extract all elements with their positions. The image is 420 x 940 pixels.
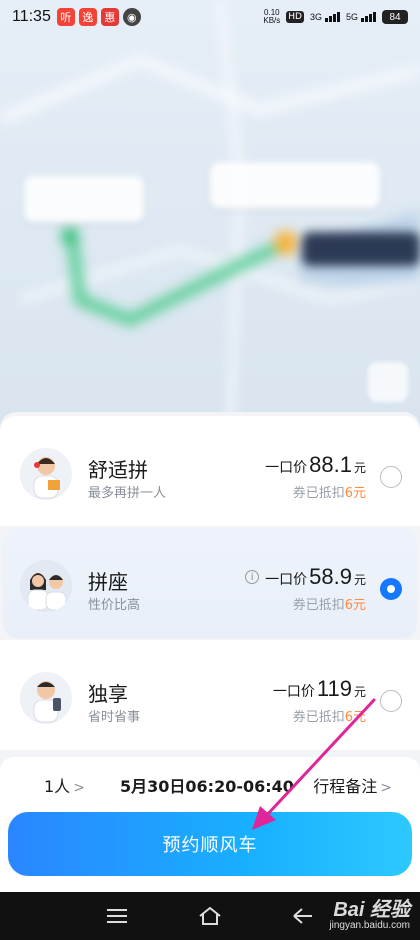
status-bar: 11:35 听 逸 惠 ◉ 0.10 KB/s HD 3G 5G 84 (0, 0, 420, 34)
price-value: 58.9 (309, 564, 352, 589)
carpool-seat-avatar (20, 560, 72, 612)
option-title: 舒适拼 (88, 458, 148, 482)
watermark: Bai 经验 jingyan.baidu.com (329, 899, 410, 931)
cta-container: 预约顺风车 (0, 800, 420, 892)
end-point-label (210, 162, 380, 208)
home-icon[interactable] (193, 899, 227, 933)
option-title: 独享 (88, 682, 128, 706)
destination-tag (302, 232, 420, 266)
option-radio[interactable] (380, 466, 402, 488)
news-app-icon: 听 (56, 8, 75, 26)
ride-option-exclusive[interactable]: 独享 省时省事 一口价 119 元 券已抵扣6元 (0, 640, 420, 750)
coupon-line: 券已抵扣6元 (292, 710, 366, 725)
status-time: 11:35 (12, 8, 51, 25)
option-subtitle: 性价比高 (88, 598, 141, 613)
passenger-count-selector[interactable]: 1人 > (44, 773, 85, 797)
chevron-right-icon: > (73, 780, 85, 796)
map-view[interactable] (0, 0, 420, 430)
option-subtitle: 最多再拼一人 (88, 486, 167, 501)
carpool-comfort-avatar (20, 448, 72, 500)
price-value: 88.1 (309, 452, 352, 477)
option-title: 拼座 (88, 570, 128, 594)
pin-app-icon: ◉ (122, 8, 141, 26)
shop-app-icon: 惠 (100, 8, 119, 26)
option-radio-selected[interactable] (380, 578, 402, 600)
info-icon[interactable]: i (245, 570, 260, 584)
battery-icon: 84 (382, 10, 408, 24)
ride-option-comfort-carpool[interactable]: 舒适拼 最多再拼一人 一口价 88.1 元 券已抵扣6元 (0, 416, 420, 526)
chevron-right-icon: > (380, 780, 392, 796)
coupon-line: 券已抵扣6元 (292, 486, 366, 501)
menu-icon[interactable] (100, 899, 134, 933)
ride-option-carpool-seat[interactable]: 拼座 性价比高 i 一口价 58.9 元 券已抵扣6元 (3, 528, 417, 638)
option-radio[interactable] (380, 690, 402, 712)
price-line: 一口价 119 元 (272, 676, 366, 701)
trip-notes-selector[interactable]: 行程备注 > (313, 773, 392, 797)
signal-5g-icon: 5G (346, 12, 376, 22)
express-app-icon: 逸 (78, 8, 97, 26)
coupon-line: 券已抵扣6元 (292, 598, 366, 613)
hd-badge: HD (286, 11, 304, 23)
exclusive-ride-avatar (20, 672, 72, 724)
signal-3g-icon: 3G (310, 12, 340, 22)
departure-time-selector[interactable]: 5月30日06:20-06:40 (120, 773, 294, 797)
option-subtitle: 省时省事 (88, 710, 141, 725)
book-ride-button[interactable]: 预约顺风车 (8, 812, 412, 876)
start-point-label (24, 176, 144, 222)
locate-button[interactable] (368, 362, 408, 402)
network-speed: 0.10 KB/s (263, 8, 281, 25)
price-line: 一口价 88.1 元 (265, 452, 366, 477)
price-value: 119 (316, 676, 352, 701)
price-line: i 一口价 58.9 元 (245, 564, 366, 590)
back-icon[interactable] (286, 899, 320, 933)
